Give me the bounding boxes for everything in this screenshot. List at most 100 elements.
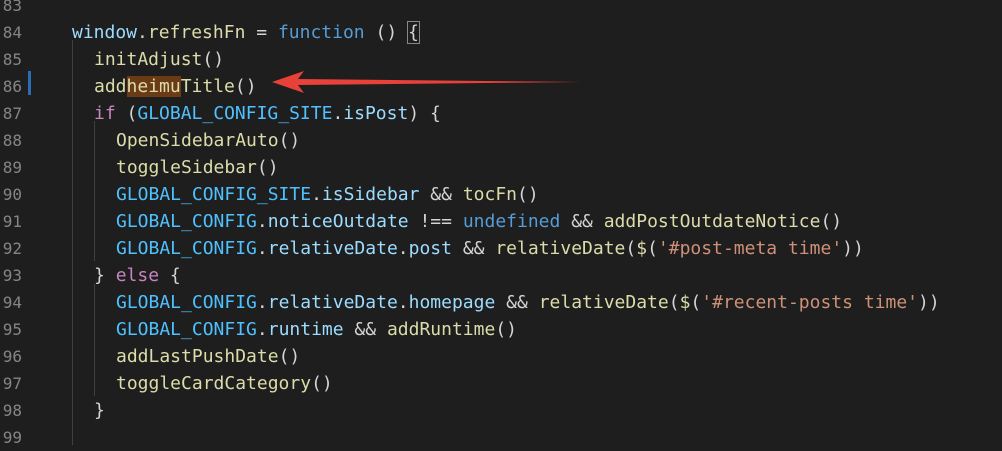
code-token: OpenSidebarAuto [116, 130, 279, 151]
code-token: { [159, 265, 181, 286]
line-number: 85 [2, 50, 22, 69]
code-token: . [332, 103, 344, 124]
code-line[interactable]: initAdjust() [94, 46, 224, 73]
line-number: 89 [2, 158, 22, 177]
line-number: 88 [2, 131, 22, 150]
code-token: () [256, 157, 279, 178]
code-token: )) [918, 292, 940, 313]
code-editor[interactable]: 83 84 85 86 87 88 89 90 91 92 93 94 95 96 97 98 99 windo… [0, 0, 1002, 447]
code-token: ( [647, 238, 658, 259]
line-number: 84 [2, 23, 22, 42]
code-token: () [278, 130, 301, 151]
line-number: 92 [2, 239, 22, 258]
code-line[interactable]: GLOBAL_CONFIG.runtime && addRuntime() [116, 316, 517, 343]
code-token: && [495, 292, 539, 313]
code-token: () [517, 184, 539, 205]
code-token: && [343, 319, 387, 340]
code-token: . [137, 22, 148, 43]
code-line[interactable]: GLOBAL_CONFIG.noticeOutdate !== undefine… [116, 208, 842, 235]
code-line[interactable]: } else { [94, 262, 181, 289]
code-token: . [256, 238, 268, 259]
code-token: toggleCardCategory [116, 373, 312, 394]
line-number: 83 [2, 0, 22, 15]
code-token: . [397, 292, 409, 313]
line-number: 98 [2, 401, 22, 420]
code-token: && [419, 184, 463, 205]
code-token: relativeDate [495, 238, 626, 259]
code-line[interactable]: addLastPushDate() [116, 343, 300, 370]
code-token: isPost [343, 103, 409, 124]
annotation-arrow-icon [272, 71, 582, 93]
code-token: ( [625, 238, 637, 259]
code-token: { [407, 21, 420, 44]
line-number: 95 [2, 320, 22, 339]
code-line[interactable]: window.refreshFn = function () { [72, 19, 420, 46]
code-token: $ [679, 292, 691, 313]
code-token: initAdjust [94, 49, 203, 70]
line-number: 90 [2, 185, 22, 204]
code-token: () [311, 373, 333, 394]
indent-guide [72, 40, 73, 445]
code-token: . [256, 319, 268, 340]
code-token: Title [180, 76, 235, 97]
code-line[interactable]: toggleSidebar() [116, 154, 279, 181]
code-token: ( [115, 103, 138, 124]
code-line[interactable]: } [94, 397, 105, 424]
code-token: if [94, 103, 116, 124]
line-number: 86 [2, 77, 22, 96]
code-token: homepage [408, 292, 496, 313]
code-line[interactable]: GLOBAL_CONFIG.relativeDate.post && relat… [116, 235, 864, 262]
code-token: = [245, 22, 278, 43]
code-token: . [311, 184, 322, 205]
code-line[interactable]: toggleCardCategory() [116, 370, 333, 397]
code-token: GLOBAL_CONFIG_SITE [116, 184, 312, 205]
code-token: )) [842, 238, 864, 259]
code-token: addRuntime [386, 319, 496, 340]
code-token: } [94, 265, 116, 286]
code-token: ) { [408, 103, 441, 124]
line-number: 87 [2, 104, 22, 123]
code-line[interactable]: if (GLOBAL_CONFIG_SITE.isPost) { [94, 100, 441, 127]
code-token: () [202, 49, 225, 70]
line-number: 91 [2, 212, 22, 231]
code-area[interactable]: window.refreshFn = function () {initAdju… [72, 0, 1002, 445]
code-token: () [820, 211, 843, 232]
code-token: () [278, 346, 301, 367]
code-token: add [94, 76, 127, 97]
code-line[interactable]: GLOBAL_CONFIG.relativeDate.homepage && r… [116, 289, 940, 316]
code-token: !== [408, 211, 463, 232]
code-token: . [256, 292, 268, 313]
code-token: () [234, 76, 257, 97]
code-token: relativeDate [267, 292, 398, 313]
code-token: post [408, 238, 452, 259]
line-number: 99 [2, 428, 22, 447]
code-token: ( [690, 292, 702, 313]
code-token: noticeOutdate [267, 211, 409, 232]
code-token: else [115, 265, 160, 286]
code-token: GLOBAL_CONFIG_SITE [137, 103, 333, 124]
code-token: toggleSidebar [116, 157, 257, 178]
code-token: && [560, 211, 604, 232]
line-number: 94 [2, 293, 22, 312]
indent-guide [94, 121, 95, 261]
indent-guide [94, 284, 95, 396]
code-line[interactable]: OpenSidebarAuto() [116, 127, 300, 154]
code-token: GLOBAL_CONFIG [116, 319, 257, 340]
code-token: '#recent-posts time' [701, 292, 919, 313]
code-token: } [94, 400, 105, 421]
code-token: ( [668, 292, 680, 313]
code-token: GLOBAL_CONFIG [116, 292, 257, 313]
code-token: relativeDate [538, 292, 669, 313]
code-token: $ [636, 238, 648, 259]
code-line[interactable]: GLOBAL_CONFIG_SITE.isSidebar && tocFn() [116, 181, 539, 208]
code-token: . [397, 238, 409, 259]
code-token: . [256, 211, 268, 232]
code-line[interactable]: addheimuTitle() [94, 73, 257, 100]
code-token: '#post-meta time' [657, 238, 843, 259]
code-token: GLOBAL_CONFIG [116, 238, 257, 259]
code-token: relativeDate [267, 238, 398, 259]
line-number-gutter: 83 84 85 86 87 88 89 90 91 92 93 94 95 96 97 98 99 [0, 0, 52, 447]
code-token: addLastPushDate [116, 346, 279, 367]
search-match-highlight: heimu [126, 76, 181, 97]
line-number: 97 [2, 374, 22, 393]
